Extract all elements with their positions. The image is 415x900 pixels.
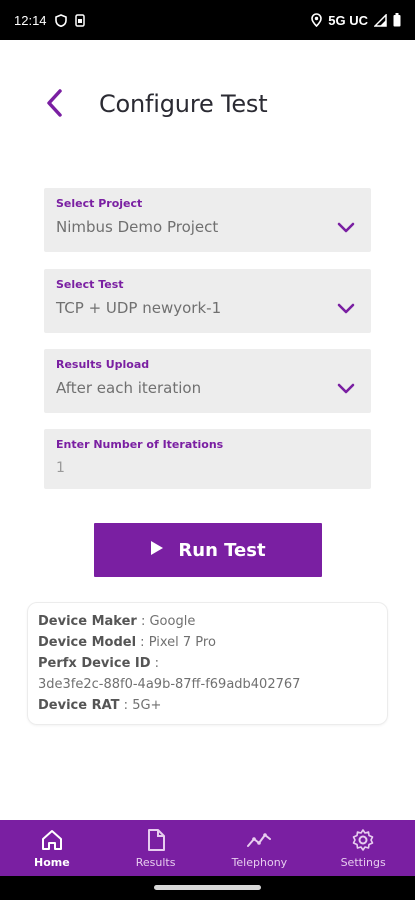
device-maker-row: Device Maker : Google xyxy=(38,614,196,629)
device-rat-key: Device RAT xyxy=(38,698,120,713)
nav-settings-label: Settings xyxy=(340,856,386,869)
device-maker-key: Device Maker xyxy=(38,614,137,629)
gear-icon xyxy=(350,827,376,853)
select-test-dropdown[interactable]: Select Test TCP + UDP newyork-1 xyxy=(44,269,371,333)
results-upload-dropdown[interactable]: Results Upload After each iteration xyxy=(44,349,371,413)
chevron-down-icon xyxy=(337,383,355,394)
device-rat-value: 5G+ xyxy=(132,698,162,713)
home-indicator[interactable] xyxy=(154,885,261,890)
device-model-key: Device Model xyxy=(38,635,137,650)
document-icon xyxy=(143,827,169,853)
battery-icon xyxy=(393,13,401,27)
bottom-nav: Home Results Telephony Settings xyxy=(0,820,415,876)
device-rat-row: Device RAT : 5G+ xyxy=(38,698,162,713)
play-icon xyxy=(150,540,164,561)
app-header: Configure Test xyxy=(0,80,415,130)
device-id-key: Perfx Device ID xyxy=(38,656,151,671)
status-time: 12:14 xyxy=(14,12,47,28)
nav-telephony[interactable]: Telephony xyxy=(208,820,312,876)
select-project-value: Nimbus Demo Project xyxy=(56,218,219,236)
signal-icon xyxy=(374,13,387,27)
device-info-card: Device Maker : Google Device Model : Pix… xyxy=(27,602,388,725)
shield-icon xyxy=(54,13,67,27)
device-model-row: Device Model : Pixel 7 Pro xyxy=(38,635,216,650)
device-model-value: Pixel 7 Pro xyxy=(148,635,216,650)
status-bar: 12:14 5G UC xyxy=(0,0,415,40)
select-test-label: Select Test xyxy=(56,278,124,291)
nav-settings[interactable]: Settings xyxy=(311,820,415,876)
network-type: 5G UC xyxy=(328,12,368,28)
results-upload-value: After each iteration xyxy=(56,379,202,397)
nav-results[interactable]: Results xyxy=(104,820,208,876)
run-test-button[interactable]: Run Test xyxy=(94,523,322,577)
nav-home[interactable]: Home xyxy=(0,820,104,876)
iterations-input[interactable]: Enter Number of Iterations 1 xyxy=(44,429,371,489)
device-id-row: Perfx Device ID : xyxy=(38,656,160,671)
chevron-down-icon xyxy=(337,222,355,233)
gesture-bar xyxy=(0,876,415,900)
trend-line-icon xyxy=(246,827,272,853)
back-button[interactable] xyxy=(38,88,70,122)
device-id-value: 3de3fe2c-88f0-4a9b-87ff-f69adb402767 xyxy=(38,677,301,692)
results-upload-label: Results Upload xyxy=(56,358,150,371)
select-project-dropdown[interactable]: Select Project Nimbus Demo Project xyxy=(44,188,371,252)
chevron-down-icon xyxy=(337,303,355,314)
chevron-left-icon xyxy=(45,88,63,123)
iterations-label: Enter Number of Iterations xyxy=(56,438,224,451)
iterations-value[interactable]: 1 xyxy=(56,460,359,476)
select-project-label: Select Project xyxy=(56,197,143,210)
device-maker-value: Google xyxy=(149,614,196,629)
nav-home-label: Home xyxy=(34,856,70,869)
sim-icon xyxy=(74,13,85,27)
nav-telephony-label: Telephony xyxy=(231,856,288,869)
nav-results-label: Results xyxy=(135,856,176,869)
home-icon xyxy=(39,827,65,853)
page-title: Configure Test xyxy=(99,90,268,118)
select-test-value: TCP + UDP newyork-1 xyxy=(56,299,222,317)
run-test-label: Run Test xyxy=(178,539,266,561)
location-icon xyxy=(311,13,323,27)
